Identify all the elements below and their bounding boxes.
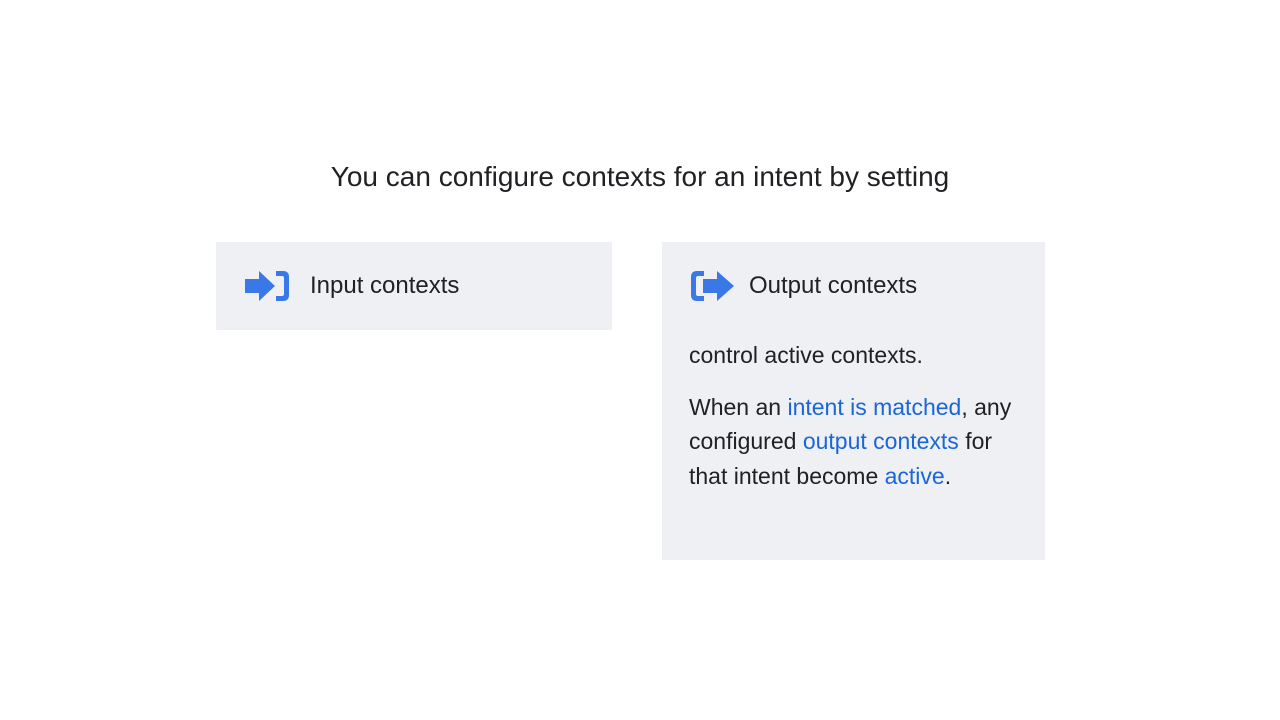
output-contexts-description: control active contexts. When an intent …	[689, 338, 1029, 493]
output-contexts-header: Output contexts	[689, 268, 917, 304]
desc-text-1: When an	[689, 393, 788, 420]
highlight-active: active	[884, 462, 945, 489]
desc-text-4: .	[944, 462, 952, 489]
input-contexts-card: Input contexts	[216, 242, 612, 330]
logout-arrow-icon	[689, 268, 737, 304]
login-arrow-icon	[243, 268, 291, 304]
slide-title: You can configure contexts for an intent…	[330, 161, 950, 192]
input-contexts-label: Input contexts	[310, 272, 460, 299]
slide: You can configure contexts for an intent…	[0, 0, 1280, 720]
description-line-1: control active contexts.	[689, 342, 923, 368]
highlight-intent-matched: intent is matched	[787, 393, 962, 420]
highlight-output-contexts: output contexts	[802, 428, 959, 454]
output-contexts-label: Output contexts	[749, 272, 918, 299]
input-contexts-header: Input contexts	[243, 268, 459, 304]
description-paragraph-2: When an intent is matched, any configure…	[689, 390, 1029, 494]
output-contexts-card: Output contexts control active contexts.…	[662, 242, 1045, 560]
